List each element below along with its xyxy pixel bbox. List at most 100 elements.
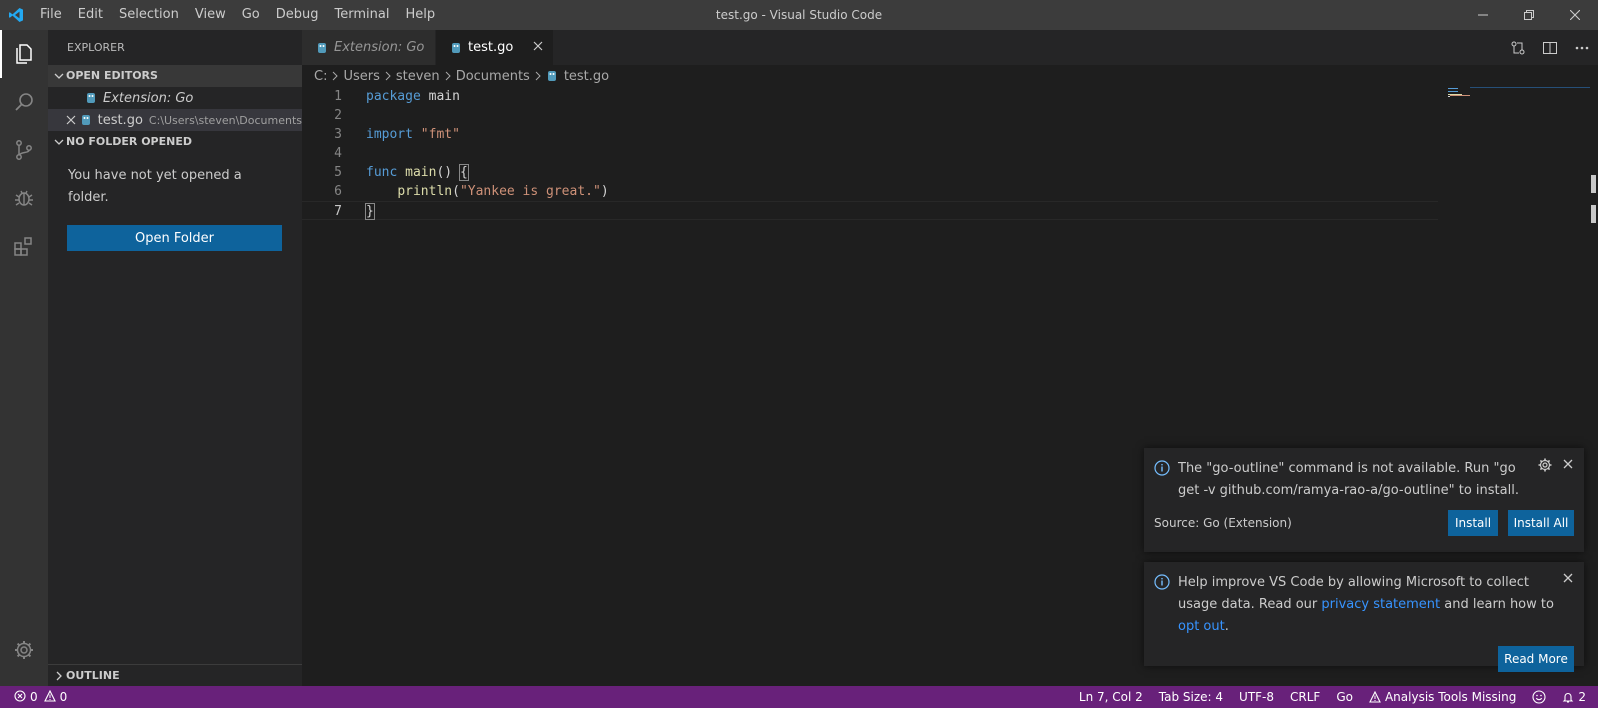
debug-icon[interactable]: [0, 174, 48, 222]
scrollbar-thumb[interactable]: [1591, 175, 1596, 193]
minimize-icon[interactable]: [1460, 0, 1506, 30]
tab-label: Extension: Go: [334, 40, 425, 55]
menu-view[interactable]: View: [187, 0, 234, 30]
extensions-icon[interactable]: [0, 222, 48, 270]
code-line: 2: [302, 106, 1598, 125]
minimap[interactable]: [1440, 87, 1568, 99]
menu-help[interactable]: Help: [397, 0, 443, 30]
breadcrumb-item[interactable]: test.go: [564, 69, 609, 84]
explorer-icon[interactable]: [0, 30, 48, 78]
scrollbar-thumb[interactable]: [1591, 205, 1596, 223]
menu-edit[interactable]: Edit: [70, 0, 111, 30]
menu-go[interactable]: Go: [234, 0, 268, 30]
language-mode[interactable]: Go: [1328, 686, 1361, 708]
menu-debug[interactable]: Debug: [268, 0, 327, 30]
close-icon[interactable]: [1562, 572, 1574, 638]
tab-test-go[interactable]: test.go: [436, 30, 554, 65]
info-icon: [1154, 460, 1172, 478]
minimap-viewport: [1470, 87, 1590, 88]
title-bar: File Edit Selection View Go Debug Termin…: [0, 0, 1598, 30]
close-icon[interactable]: [66, 115, 80, 125]
notification-message: The "go-outline" command is not availabl…: [1178, 461, 1519, 498]
editor-actions: [1502, 30, 1598, 65]
go-file-icon: [450, 42, 462, 54]
explorer-sidebar: EXPLORER OPEN EDITORS Extension: Go test…: [48, 30, 302, 686]
warning-icon: [1369, 691, 1381, 703]
tab-extension-go[interactable]: Extension: Go: [302, 30, 436, 65]
feedback-smiley-icon[interactable]: [1524, 686, 1554, 708]
open-editors-header[interactable]: OPEN EDITORS: [48, 65, 302, 87]
open-editor-item-extension-go[interactable]: Extension: Go: [48, 87, 302, 109]
line-number: 6: [334, 184, 342, 199]
open-editor-path: C:\Users\steven\Documents: [148, 113, 302, 127]
open-editor-item-test-go[interactable]: test.go C:\Users\steven\Documents: [48, 109, 302, 131]
no-folder-header[interactable]: NO FOLDER OPENED: [48, 131, 302, 153]
analysis-tools-status[interactable]: Analysis Tools Missing: [1361, 686, 1524, 708]
privacy-statement-link[interactable]: privacy statement: [1321, 597, 1440, 612]
cursor-position[interactable]: Ln 7, Col 2: [1071, 686, 1151, 708]
breadcrumb: C: Users steven Documents test.go: [302, 65, 1598, 87]
code-line: 1 package main: [302, 87, 1598, 106]
code-line-current: 7 }: [302, 201, 1438, 220]
chevron-right-icon: [52, 671, 66, 681]
code-line: 4: [302, 144, 1598, 163]
end-of-line[interactable]: CRLF: [1282, 686, 1328, 708]
close-window-icon[interactable]: [1552, 0, 1598, 30]
open-folder-button[interactable]: Open Folder: [67, 225, 282, 251]
menu-terminal[interactable]: Terminal: [327, 0, 398, 30]
no-folder-label: NO FOLDER OPENED: [66, 135, 192, 148]
install-all-button[interactable]: Install All: [1508, 510, 1574, 536]
encoding[interactable]: UTF-8: [1231, 686, 1282, 708]
notification-source: Source: Go (Extension): [1154, 516, 1292, 530]
code-editor[interactable]: 1 package main 2 3 import "fmt" 4 5 func…: [302, 87, 1598, 220]
opt-out-link[interactable]: opt out: [1178, 619, 1225, 634]
chevron-down-icon: [52, 71, 66, 81]
breadcrumb-item[interactable]: Users: [343, 69, 379, 84]
menu-bar: File Edit Selection View Go Debug Termin…: [32, 0, 443, 30]
code-line: 3 import "fmt": [302, 125, 1598, 144]
outline-label: OUTLINE: [66, 668, 120, 682]
tab-size[interactable]: Tab Size: 4: [1151, 686, 1231, 708]
tab-label: test.go: [468, 40, 514, 55]
code-text: func main() {: [366, 164, 469, 181]
go-outline-notification: The "go-outline" command is not availabl…: [1144, 448, 1584, 552]
search-icon[interactable]: [0, 78, 48, 126]
split-editor-icon[interactable]: [1534, 30, 1566, 65]
more-actions-icon[interactable]: [1566, 30, 1598, 65]
settings-gear-icon[interactable]: [0, 626, 48, 674]
menu-selection[interactable]: Selection: [111, 0, 187, 30]
open-editor-name: test.go: [97, 112, 143, 128]
status-bar: 0 0 Ln 7, Col 2 Tab Size: 4 UTF-8 CRLF G…: [0, 686, 1598, 708]
tab-bar: Extension: Go test.go: [302, 30, 1598, 65]
open-editors-label: OPEN EDITORS: [66, 69, 158, 82]
error-icon: [14, 689, 26, 705]
outline-header[interactable]: OUTLINE: [48, 664, 302, 686]
vertical-scrollbar[interactable]: [1590, 87, 1596, 686]
chevron-right-icon: [384, 71, 392, 81]
close-icon[interactable]: [1562, 458, 1574, 502]
vscode-logo-icon[interactable]: [0, 0, 32, 30]
line-number: 4: [334, 146, 342, 161]
line-number: 1: [334, 89, 342, 104]
source-control-icon[interactable]: [0, 126, 48, 174]
problems-indicator[interactable]: 0 0: [0, 689, 67, 705]
open-changes-icon[interactable]: [1502, 30, 1534, 65]
activity-bar: [0, 30, 48, 686]
menu-file[interactable]: File: [32, 0, 70, 30]
close-icon[interactable]: [533, 40, 543, 55]
breadcrumb-item[interactable]: steven: [396, 69, 440, 84]
notifications-bell[interactable]: 2: [1554, 686, 1598, 708]
read-more-button[interactable]: Read More: [1498, 646, 1574, 672]
gear-icon[interactable]: [1538, 458, 1552, 502]
line-number: 3: [334, 127, 342, 142]
go-file-icon: [546, 70, 558, 82]
restore-icon[interactable]: [1506, 0, 1552, 30]
install-button[interactable]: Install: [1448, 510, 1498, 536]
telemetry-notification: Help improve VS Code by allowing Microso…: [1144, 562, 1584, 672]
breadcrumb-item[interactable]: C:: [314, 69, 327, 84]
breadcrumb-item[interactable]: Documents: [456, 69, 530, 84]
code-text: }: [365, 203, 375, 220]
code-text: package main: [366, 89, 460, 104]
bell-icon: [1562, 691, 1574, 703]
